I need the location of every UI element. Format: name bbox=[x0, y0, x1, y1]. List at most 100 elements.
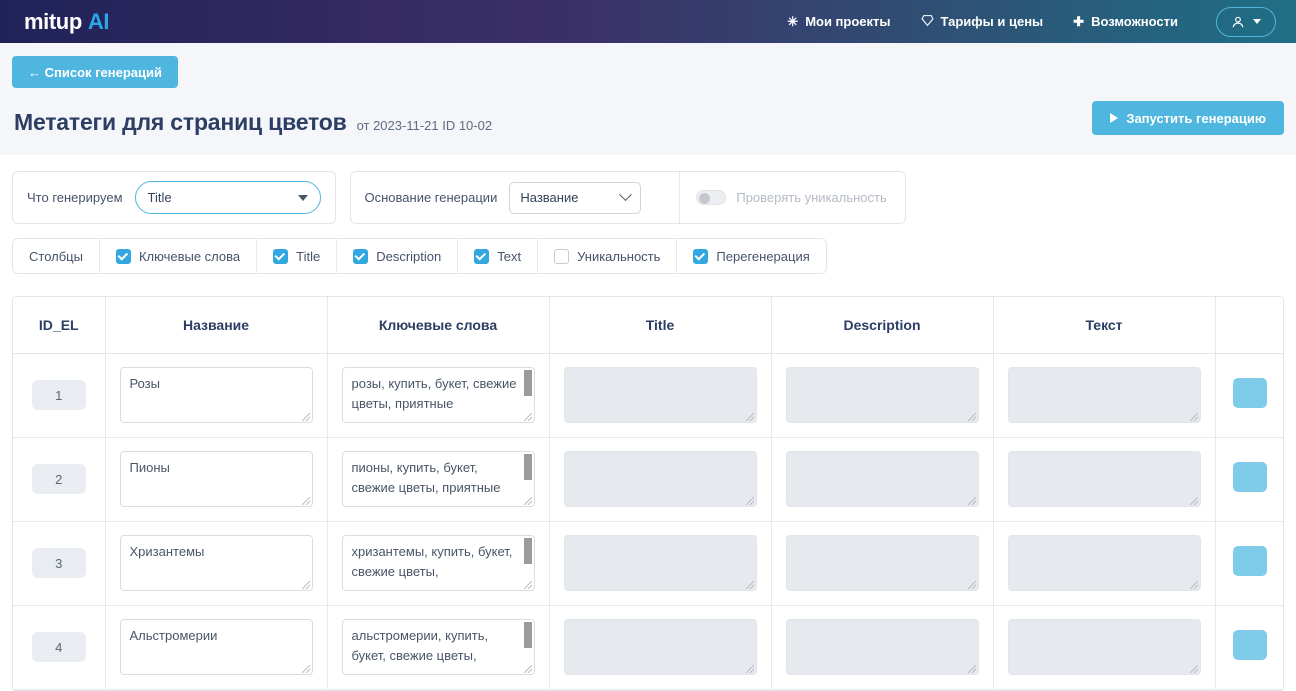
resize-handle-icon[interactable] bbox=[967, 665, 976, 673]
column-toggle-description[interactable]: Description bbox=[337, 239, 459, 273]
user-icon bbox=[1231, 15, 1245, 29]
cell-id: 3 bbox=[13, 521, 106, 606]
nav-item-pricing[interactable]: Тарифы и цены bbox=[920, 14, 1044, 29]
resize-handle-icon[interactable] bbox=[967, 497, 976, 505]
run-generation-button[interactable]: Запустить генерацию bbox=[1092, 101, 1284, 135]
column-toggle-regeneration[interactable]: Перегенерация bbox=[677, 239, 825, 273]
generation-table: ID_EL Название Ключевые слова Title Desc… bbox=[12, 296, 1284, 691]
cell-id: 2 bbox=[13, 437, 106, 522]
text-textarea[interactable] bbox=[1007, 451, 1201, 507]
back-to-generations-button[interactable]: ← Список генераций bbox=[12, 56, 179, 88]
uniqueness-toggle[interactable] bbox=[696, 190, 727, 205]
name-textarea[interactable]: Альстромерии bbox=[119, 619, 313, 675]
column-toggle-uniqueness[interactable]: Уникальность bbox=[538, 239, 678, 273]
columns-visibility-bar: Столбцы Ключевые слова Title Description… bbox=[12, 238, 827, 274]
title-textarea[interactable] bbox=[563, 367, 757, 423]
cell-description bbox=[771, 437, 994, 522]
logo-text-accent: AI bbox=[87, 8, 110, 34]
resize-handle-icon[interactable] bbox=[301, 581, 310, 589]
cell-id: 4 bbox=[13, 605, 106, 690]
resize-handle-icon[interactable] bbox=[523, 581, 532, 589]
cell-keywords: розы, купить, букет, свежие цветы, прият… bbox=[327, 353, 550, 438]
keywords-textarea[interactable]: альстромерии, купить, букет, свежие цвет… bbox=[341, 619, 535, 675]
resize-handle-icon[interactable] bbox=[523, 413, 532, 421]
resize-handle-icon[interactable] bbox=[967, 413, 976, 421]
checkbox-icon bbox=[693, 248, 709, 264]
text-textarea[interactable] bbox=[1007, 367, 1201, 423]
diamond-icon bbox=[920, 14, 934, 29]
column-toggle-title[interactable]: Title bbox=[257, 239, 338, 273]
cell-name: Розы bbox=[105, 353, 328, 438]
logo-text-main: mitup bbox=[24, 8, 82, 34]
resize-handle-icon[interactable] bbox=[967, 581, 976, 589]
resize-handle-icon[interactable] bbox=[523, 665, 532, 673]
keywords-value: пионы, купить, букет, свежие цветы, прия… bbox=[351, 460, 501, 496]
name-value: Хризантемы bbox=[129, 544, 205, 559]
resize-handle-icon[interactable] bbox=[745, 497, 754, 505]
asterisk-icon: ✳ bbox=[787, 14, 799, 29]
what-generate-select[interactable]: Title bbox=[134, 181, 321, 214]
resize-handle-icon[interactable] bbox=[1189, 497, 1198, 505]
keywords-value: альстромерии, купить, букет, свежие цвет… bbox=[351, 628, 489, 664]
cell-name: Альстромерии bbox=[105, 605, 328, 690]
regenerate-row-button[interactable] bbox=[1233, 462, 1268, 492]
name-textarea[interactable]: Пионы bbox=[119, 451, 313, 507]
text-textarea[interactable] bbox=[1007, 619, 1201, 675]
resize-handle-icon[interactable] bbox=[745, 581, 754, 589]
cell-description bbox=[771, 353, 994, 438]
nav-item-pricing-label: Тарифы и цены bbox=[940, 14, 1044, 29]
text-textarea[interactable] bbox=[1007, 535, 1201, 591]
title-textarea[interactable] bbox=[563, 451, 757, 507]
description-textarea[interactable] bbox=[785, 367, 979, 423]
resize-handle-icon[interactable] bbox=[1189, 413, 1198, 421]
column-toggle-description-label: Description bbox=[376, 248, 442, 264]
name-textarea[interactable]: Хризантемы bbox=[119, 535, 313, 591]
column-toggle-text[interactable]: Text bbox=[458, 239, 539, 273]
column-toggle-keywords[interactable]: Ключевые слова bbox=[100, 239, 258, 273]
resize-handle-icon[interactable] bbox=[1189, 581, 1198, 589]
column-toggle-uniqueness-label: Уникальность bbox=[577, 248, 661, 264]
cell-title bbox=[549, 437, 772, 522]
top-navigation-bar: mitup AI ✳ Мои проекты Тарифы и цены ✚ В… bbox=[0, 0, 1296, 43]
resize-handle-icon[interactable] bbox=[301, 497, 310, 505]
cell-title bbox=[549, 353, 772, 438]
nav-item-projects[interactable]: ✳ Мои проекты bbox=[787, 14, 890, 29]
table-body: 1 Розы розы, купить, букет, свежие цветы… bbox=[13, 353, 1283, 690]
keywords-textarea[interactable]: хризантемы, купить, букет, свежие цветы, bbox=[341, 535, 535, 591]
description-textarea[interactable] bbox=[785, 619, 979, 675]
title-textarea[interactable] bbox=[563, 619, 757, 675]
page-subtitle: от 2023-11-21 ID 10-02 bbox=[356, 118, 493, 133]
what-generate-value: Title bbox=[147, 190, 172, 205]
title-textarea[interactable] bbox=[563, 535, 757, 591]
column-header-name: Название bbox=[105, 297, 328, 354]
checkbox-icon bbox=[273, 248, 289, 264]
description-textarea[interactable] bbox=[785, 451, 979, 507]
regenerate-row-button[interactable] bbox=[1233, 630, 1268, 660]
resize-handle-icon[interactable] bbox=[523, 497, 532, 505]
description-textarea[interactable] bbox=[785, 535, 979, 591]
generation-basis-select[interactable]: Название bbox=[509, 181, 642, 214]
name-value: Альстромерии bbox=[129, 628, 218, 643]
resize-handle-icon[interactable] bbox=[301, 665, 310, 673]
generation-basis-value: Название bbox=[520, 190, 579, 205]
nav-item-features[interactable]: ✚ Возможности bbox=[1073, 14, 1178, 29]
controls-spacer bbox=[336, 171, 350, 224]
keywords-textarea[interactable]: пионы, купить, букет, свежие цветы, прия… bbox=[341, 451, 535, 507]
user-account-menu[interactable] bbox=[1216, 6, 1276, 37]
resize-handle-icon[interactable] bbox=[1189, 665, 1198, 673]
regenerate-row-button[interactable] bbox=[1233, 378, 1268, 408]
row-id-badge: 2 bbox=[31, 464, 86, 494]
keywords-textarea[interactable]: розы, купить, букет, свежие цветы, прият… bbox=[341, 367, 535, 423]
regenerate-row-button[interactable] bbox=[1233, 546, 1268, 576]
column-toggle-keywords-label: Ключевые слова bbox=[138, 248, 241, 264]
page-header-section: ← Список генераций Запустить генерацию М… bbox=[0, 43, 1296, 155]
resize-handle-icon[interactable] bbox=[745, 665, 754, 673]
resize-handle-icon[interactable] bbox=[301, 413, 310, 421]
resize-handle-icon[interactable] bbox=[745, 413, 754, 421]
name-textarea[interactable]: Розы bbox=[119, 367, 313, 423]
cell-keywords: пионы, купить, букет, свежие цветы, прия… bbox=[327, 437, 550, 522]
cell-description bbox=[771, 521, 994, 606]
app-logo[interactable]: mitup AI bbox=[24, 9, 109, 35]
uniqueness-toggle-label: Проверять уникальность bbox=[736, 190, 887, 205]
chevron-down-icon bbox=[1253, 19, 1261, 24]
